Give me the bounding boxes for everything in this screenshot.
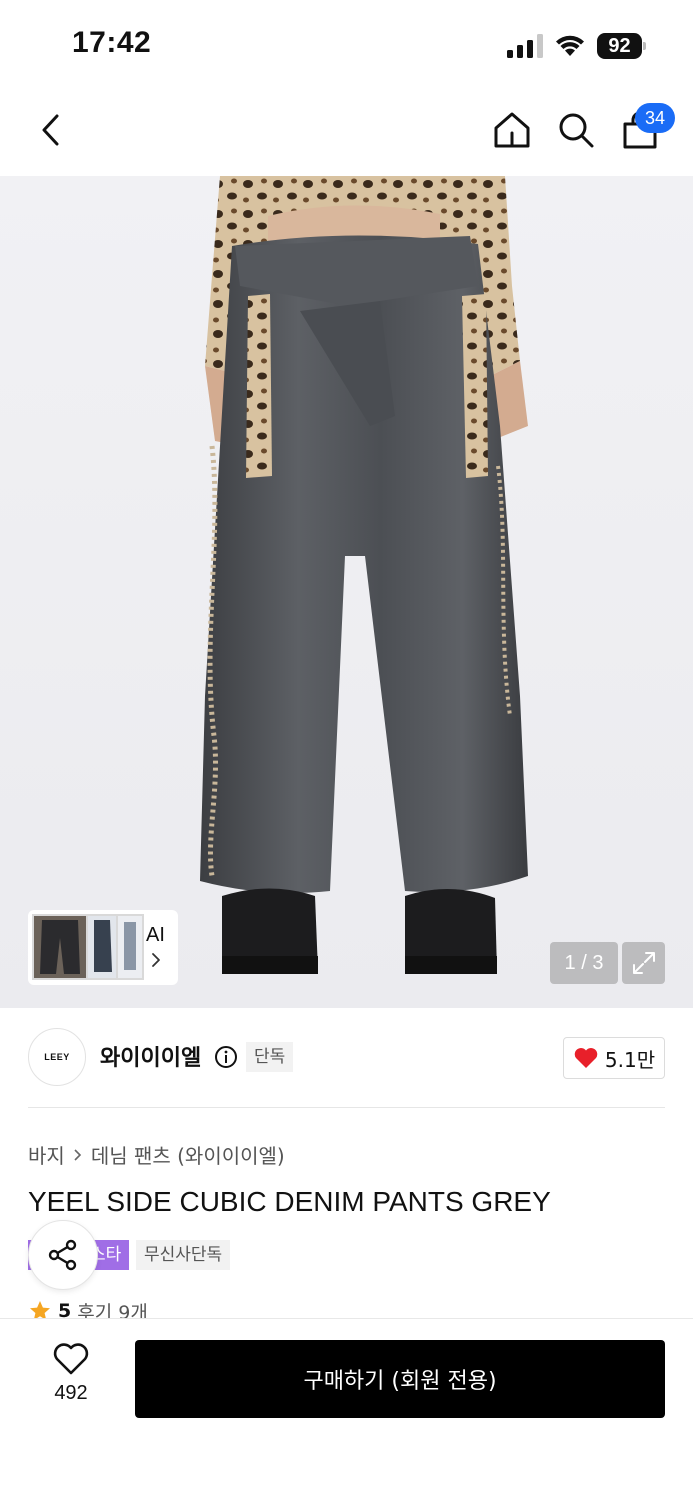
cart-count-badge: 34 <box>635 103 675 133</box>
thumbnail-images <box>32 914 144 980</box>
status-time: 17:42 <box>72 26 152 59</box>
share-icon <box>48 1239 77 1271</box>
chevron-right-icon <box>152 953 160 967</box>
battery-icon: 92 <box>597 33 647 59</box>
heart-outline-icon <box>53 1343 89 1375</box>
breadcrumb-category[interactable]: 바지 <box>28 1140 65 1169</box>
expand-image-button[interactable] <box>622 942 665 984</box>
brand-like-count: 5.1만 <box>604 1047 656 1072</box>
share-button[interactable] <box>28 1220 98 1290</box>
back-chevron-icon <box>42 114 59 146</box>
musinsa-exclusive-tag: 무신사단독 <box>136 1240 231 1270</box>
search-button[interactable] <box>548 92 604 168</box>
breadcrumb: 바지 데님 팬츠 (와이이이엘) <box>28 1140 285 1169</box>
brand-logo[interactable]: LEEY <box>28 1028 86 1086</box>
wishlist-button[interactable]: 492 <box>30 1342 112 1418</box>
brand-name[interactable]: 와이이이엘 <box>100 1040 201 1072</box>
search-icon <box>559 113 594 148</box>
heart-filled-icon <box>574 1048 598 1068</box>
home-icon <box>494 112 530 148</box>
signal-icon <box>507 34 543 58</box>
battery-level: 92 <box>597 33 642 59</box>
divider <box>28 1107 665 1108</box>
home-button[interactable] <box>484 92 540 168</box>
product-photo <box>0 176 693 1008</box>
back-button[interactable] <box>22 92 78 168</box>
expand-icon <box>632 952 655 974</box>
breadcrumb-subcategory[interactable]: 데님 팬츠 (와이이이엘) <box>91 1140 285 1169</box>
breadcrumb-chevron-icon <box>74 1148 81 1161</box>
top-nav <box>0 92 693 172</box>
ai-thumbnail-card[interactable] <box>28 910 178 985</box>
image-page-indicator: 1 / 3 <box>550 942 618 984</box>
brand-like-button[interactable]: 5.1만 <box>563 1037 665 1079</box>
status-bar: 17:42 92 <box>0 0 693 92</box>
ai-label: AI <box>146 924 165 946</box>
wifi-icon <box>556 35 584 56</box>
wishlist-count: 492 <box>54 1382 88 1404</box>
exclusive-badge: 단독 <box>246 1042 294 1072</box>
info-icon[interactable] <box>214 1045 238 1069</box>
product-image-gallery[interactable] <box>0 176 693 1008</box>
buy-button[interactable]: 구매하기 (회원 전용) <box>135 1340 665 1418</box>
product-title: YEEL SIDE CUBIC DENIM PANTS GREY <box>28 1186 551 1217</box>
